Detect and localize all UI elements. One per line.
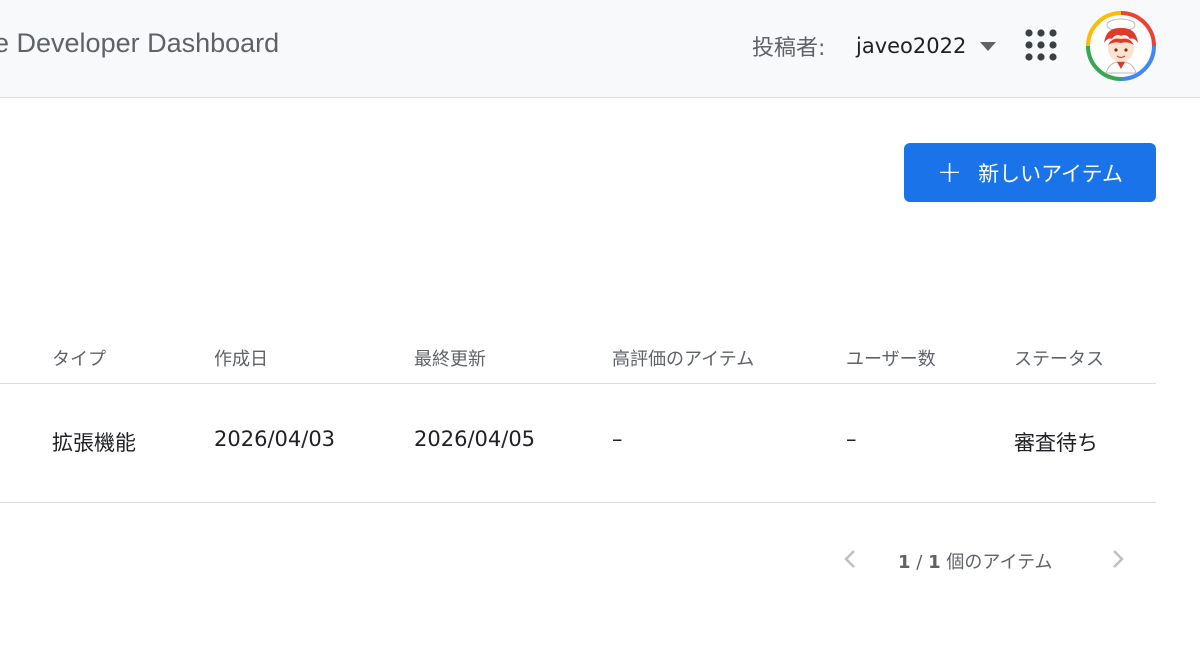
column-header-status[interactable]: ステータス	[1014, 345, 1104, 371]
app-title: e Developer Dashboard	[0, 28, 280, 58]
column-header-type[interactable]: タイプ	[52, 345, 106, 371]
avatar[interactable]	[1086, 11, 1156, 81]
column-header-users[interactable]: ユーザー数	[846, 345, 936, 371]
column-header-featured[interactable]: 高評価のアイテム	[612, 345, 754, 371]
top-bar: e Developer Dashboard 投稿者: javeo2022	[0, 0, 1200, 98]
new-item-button[interactable]: + 新しいアイテム	[904, 143, 1156, 202]
plus-icon: +	[936, 154, 963, 190]
new-item-label: 新しいアイテム	[978, 161, 1124, 186]
column-header-updated[interactable]: 最終更新	[414, 345, 486, 371]
table-row[interactable]: 拡張機能 2026/04/03 2026/04/05 – – 審査待ち	[0, 383, 1156, 503]
page-status: 1 / 1 個のアイテム	[898, 548, 1053, 574]
page-separator: /	[916, 552, 923, 573]
page-suffix: 個のアイテム	[946, 552, 1053, 573]
column-header-created[interactable]: 作成日	[214, 345, 268, 371]
chevron-left-icon[interactable]	[836, 544, 866, 574]
apps-grid-icon[interactable]	[1024, 28, 1058, 62]
chevron-down-icon	[980, 41, 997, 51]
cell-updated: 2026/04/05	[414, 427, 536, 451]
chevron-right-icon[interactable]	[1102, 544, 1132, 574]
cell-type: 拡張機能	[52, 431, 136, 455]
cell-status: 審査待ち	[1014, 431, 1098, 455]
cell-featured: –	[612, 427, 623, 451]
cell-created: 2026/04/03	[214, 427, 336, 451]
publisher-label: 投稿者:	[752, 36, 826, 61]
page-total: 1	[928, 552, 941, 573]
pagination: 1 / 1 個のアイテム	[0, 540, 1200, 580]
publisher-name: javeo2022	[856, 34, 967, 58]
publisher-dropdown[interactable]: javeo2022	[856, 26, 997, 66]
table-header: タイプ 作成日 最終更新 高評価のアイテム ユーザー数 ステータス	[0, 335, 1156, 384]
cell-users: –	[846, 427, 857, 451]
page-current: 1	[898, 552, 911, 573]
